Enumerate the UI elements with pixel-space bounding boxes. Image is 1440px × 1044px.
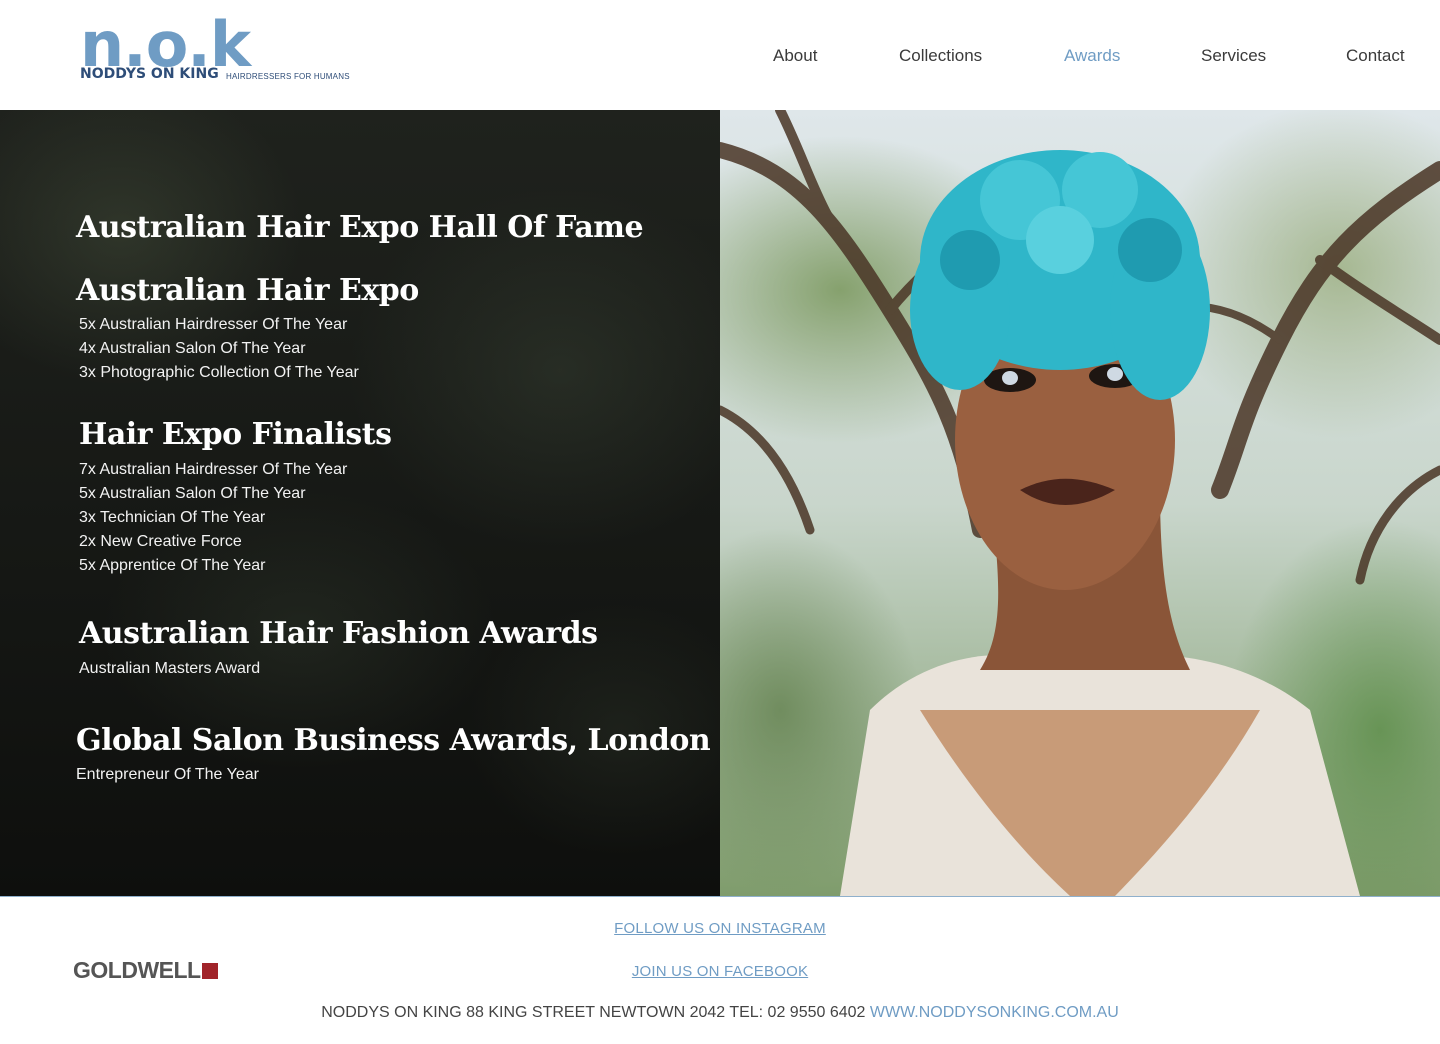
award-item: Entrepreneur Of The Year bbox=[76, 766, 259, 783]
award-item: 3x Photographic Collection Of The Year bbox=[79, 364, 359, 381]
award-item: Australian Masters Award bbox=[79, 660, 261, 677]
site-header: n.o.k NODDYS ON KING HAIRDRESSERS FOR HU… bbox=[0, 0, 1440, 110]
instagram-link[interactable]: FOLLOW US ON INSTAGRAM bbox=[0, 920, 1440, 937]
award-item: 7x Australian Hairdresser Of The Year bbox=[79, 461, 348, 478]
heading-hair-expo-finalists: Hair Expo Finalists bbox=[79, 417, 392, 452]
heading-hair-fashion-awards: Australian Hair Fashion Awards bbox=[79, 616, 598, 651]
heading-australian-hair-expo: Australian Hair Expo bbox=[76, 273, 419, 308]
main-nav: About Collections Awards Services Contac… bbox=[0, 46, 1440, 70]
award-item: 2x New Creative Force bbox=[79, 533, 242, 550]
nav-contact[interactable]: Contact bbox=[1346, 46, 1405, 66]
website-link[interactable]: WWW.NODDYSONKING.COM.AU bbox=[870, 1004, 1119, 1021]
nav-about[interactable]: About bbox=[773, 46, 817, 66]
award-item: 3x Technician Of The Year bbox=[79, 509, 266, 526]
award-item: 4x Australian Salon Of The Year bbox=[79, 340, 306, 357]
address-text: NODDYS ON KING 88 KING STREET NEWTOWN 20… bbox=[321, 1004, 866, 1021]
award-item: 5x Australian Hairdresser Of The Year bbox=[79, 316, 348, 333]
model-portrait-image bbox=[720, 110, 1440, 896]
site-footer: GOLDWELL FOLLOW US ON INSTAGRAM JOIN US … bbox=[0, 897, 1440, 1044]
heading-hall-of-fame: Australian Hair Expo Hall Of Fame bbox=[76, 210, 644, 245]
footer-address: NODDYS ON KING 88 KING STREET NEWTOWN 20… bbox=[0, 1004, 1440, 1022]
logo-tagline: HAIRDRESSERS FOR HUMANS bbox=[226, 72, 350, 81]
nav-services[interactable]: Services bbox=[1201, 46, 1266, 66]
awards-panel: Australian Hair Expo Hall Of Fame Austra… bbox=[0, 110, 720, 896]
hero-photo bbox=[720, 110, 1440, 896]
nav-collections[interactable]: Collections bbox=[899, 46, 982, 66]
award-item: 5x Apprentice Of The Year bbox=[79, 557, 266, 574]
heading-global-salon-business-awards: Global Salon Business Awards, London bbox=[76, 723, 711, 758]
teal-hair bbox=[910, 150, 1210, 400]
award-item: 5x Australian Salon Of The Year bbox=[79, 485, 306, 502]
nav-awards[interactable]: Awards bbox=[1064, 46, 1120, 66]
facebook-link[interactable]: JOIN US ON FACEBOOK bbox=[0, 963, 1440, 980]
